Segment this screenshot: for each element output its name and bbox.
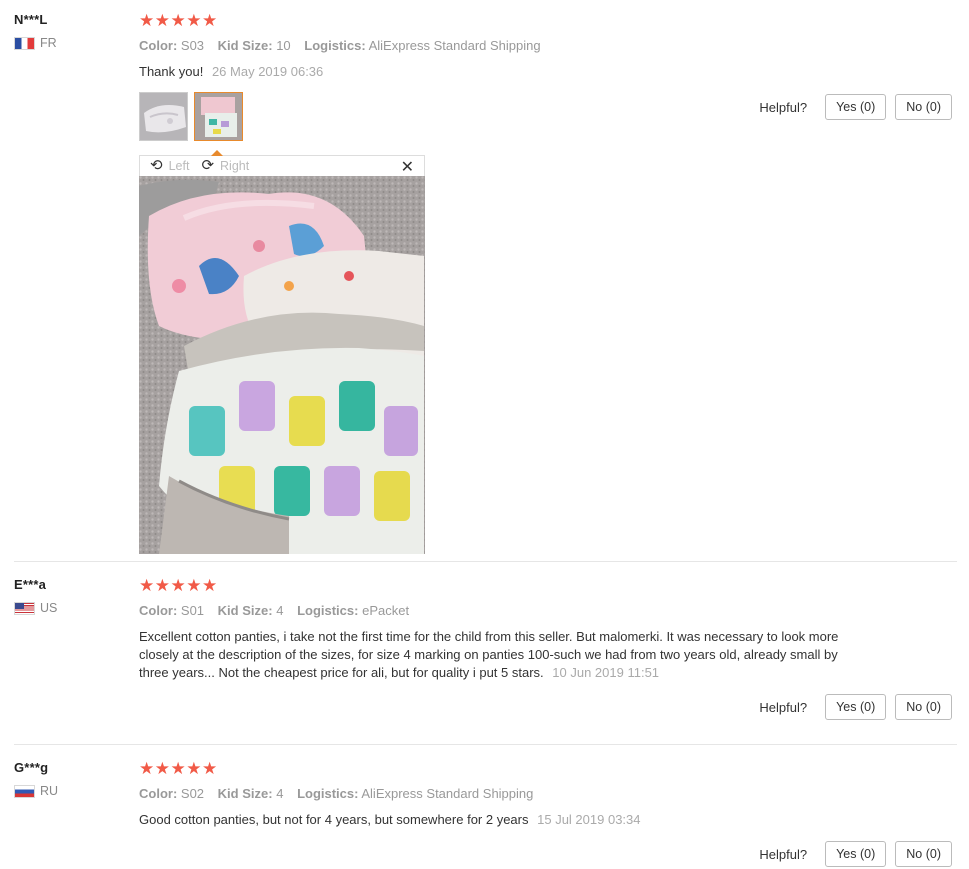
reviewer-info: N***L FR xyxy=(14,12,57,50)
photo-thumbnail[interactable] xyxy=(139,92,188,141)
rotate-right-label[interactable]: Right xyxy=(220,159,249,173)
helpful-vote: Helpful? Yes (0) No (0) xyxy=(759,94,952,120)
review-text: Good cotton panties, but not for 4 years… xyxy=(139,812,529,827)
color-label: Color: xyxy=(139,603,178,618)
photo-viewer: ⟲ Left ⟳ Right ✕ xyxy=(139,150,425,554)
reviewer-country: FR xyxy=(14,36,57,50)
thumbnail-image xyxy=(140,93,187,140)
logistics-value: AliExpress Standard Shipping xyxy=(368,38,541,53)
country-code: US xyxy=(40,601,58,615)
review-date: 26 May 2019 06:36 xyxy=(211,64,324,79)
logistics-label: Logistics: xyxy=(297,786,359,801)
reviewer-info: G***g RU xyxy=(14,760,58,798)
helpful-yes-button[interactable]: Yes (0) xyxy=(825,694,887,720)
logistics-label: Logistics: xyxy=(297,603,359,618)
helpful-vote: Helpful? Yes (0) No (0) xyxy=(759,694,952,720)
review-divider xyxy=(14,744,957,745)
order-details: Color: S01 Kid Size: 4 Logistics: ePacke… xyxy=(139,603,859,619)
size-value: 4 xyxy=(276,786,284,801)
photo-thumbnail-active[interactable] xyxy=(194,92,243,141)
order-details: Color: S02 Kid Size: 4 Logistics: AliExp… xyxy=(139,786,859,802)
size-value: 10 xyxy=(276,38,291,53)
photo-viewer-toolbar: ⟲ Left ⟳ Right ✕ xyxy=(139,150,425,177)
size-label: Kid Size: xyxy=(217,603,273,618)
photo-thumbnails xyxy=(139,92,859,141)
color-label: Color: xyxy=(139,786,178,801)
review-content: ★★★★★ Color: S01 Kid Size: 4 Logistics: … xyxy=(139,577,859,682)
logistics-value: AliExpress Standard Shipping xyxy=(361,786,534,801)
review-photo xyxy=(139,176,425,554)
star-rating: ★★★★★ xyxy=(139,759,218,778)
review-text: Thank you! xyxy=(139,64,204,79)
reviewer-name: E***a xyxy=(14,577,47,592)
review-content: ★★★★★ Color: S03 Kid Size: 10 Logistics:… xyxy=(139,11,859,554)
rotate-left-icon[interactable]: ⟲ xyxy=(150,158,163,174)
review-text: Excellent cotton panties, i take not the… xyxy=(139,629,839,680)
review-date: 15 Jul 2019 03:34 xyxy=(537,812,641,827)
close-icon[interactable]: ✕ xyxy=(401,157,414,177)
star-rating: ★★★★★ xyxy=(139,576,218,595)
helpful-no-button[interactable]: No (0) xyxy=(895,694,952,720)
color-label: Color: xyxy=(139,38,178,53)
helpful-no-button[interactable]: No (0) xyxy=(895,94,952,120)
helpful-vote: Helpful? Yes (0) No (0) xyxy=(759,841,952,867)
active-thumb-caret xyxy=(211,150,223,156)
helpful-yes-button[interactable]: Yes (0) xyxy=(825,841,887,867)
color-value: S01 xyxy=(180,603,205,618)
flag-fr-icon xyxy=(14,36,35,50)
reviewer-country: RU xyxy=(14,784,58,798)
reviewer-name: G***g xyxy=(14,760,49,775)
country-code: RU xyxy=(40,784,59,798)
reviewer-country: US xyxy=(14,601,57,615)
flag-us-icon xyxy=(14,601,35,615)
review-date: 10 Jun 2019 11:51 xyxy=(552,665,660,680)
review-text-block: Thank you! 26 May 2019 06:36 xyxy=(139,63,859,81)
flag-ru-icon xyxy=(14,784,35,798)
reviewer-name: N***L xyxy=(14,12,48,27)
review-content: ★★★★★ Color: S02 Kid Size: 4 Logistics: … xyxy=(139,760,859,829)
rotate-left-label[interactable]: Left xyxy=(169,159,190,173)
review-text-block: Excellent cotton panties, i take not the… xyxy=(139,628,851,682)
reviewer-info: E***a US xyxy=(14,577,57,615)
size-value: 4 xyxy=(276,603,284,618)
helpful-label: Helpful? xyxy=(759,99,808,115)
review-divider xyxy=(14,561,957,562)
review-text-block: Good cotton panties, but not for 4 years… xyxy=(139,811,859,829)
helpful-label: Helpful? xyxy=(759,846,808,862)
order-details: Color: S03 Kid Size: 10 Logistics: AliEx… xyxy=(139,38,859,54)
helpful-yes-button[interactable]: Yes (0) xyxy=(825,94,887,120)
size-label: Kid Size: xyxy=(217,786,273,801)
helpful-label: Helpful? xyxy=(759,699,808,715)
size-label: Kid Size: xyxy=(217,38,273,53)
color-value: S03 xyxy=(180,38,205,53)
country-code: FR xyxy=(40,36,57,50)
helpful-no-button[interactable]: No (0) xyxy=(895,841,952,867)
star-rating: ★★★★★ xyxy=(139,11,218,30)
rotate-right-icon[interactable]: ⟳ xyxy=(201,158,214,174)
thumbnail-image xyxy=(195,93,242,140)
color-value: S02 xyxy=(180,786,205,801)
logistics-label: Logistics: xyxy=(304,38,366,53)
logistics-value: ePacket xyxy=(362,603,410,618)
